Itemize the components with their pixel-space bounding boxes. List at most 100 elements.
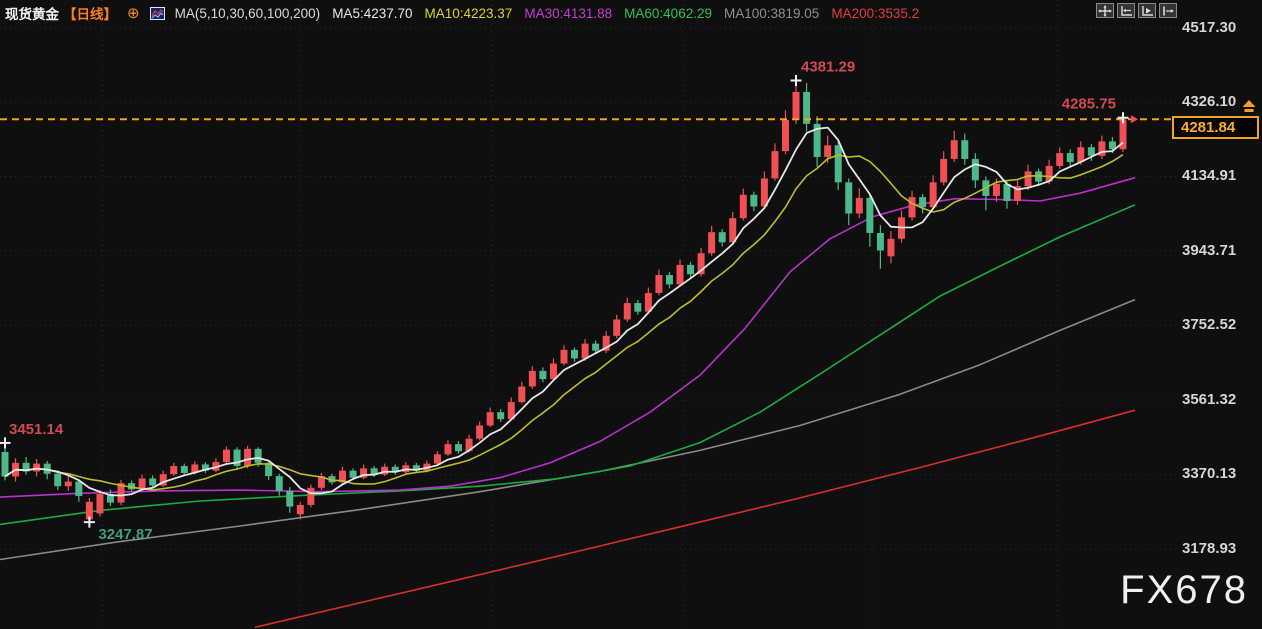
candle-body (571, 350, 578, 359)
ma-line-ma60 (0, 205, 1135, 525)
step-forward-icon (1161, 5, 1175, 17)
chart-toolbar (1096, 3, 1177, 18)
candle-body (919, 197, 926, 207)
candle-body (782, 120, 789, 151)
price-annotation: 3451.14 (9, 421, 64, 438)
candle-body (887, 239, 894, 257)
candle-body (1056, 153, 1063, 166)
y-axis-label: 3752.52 (1182, 316, 1236, 333)
candle-body (909, 197, 916, 217)
candle-body (286, 491, 293, 507)
candle-body (856, 198, 863, 214)
y-axis-label: 3943.71 (1182, 242, 1236, 259)
candle-body (1067, 153, 1074, 162)
candle-body (65, 482, 72, 487)
candle-body (381, 467, 388, 475)
candle-body (455, 444, 462, 451)
axis-zoom-out-button[interactable] (1117, 3, 1135, 18)
candle-body (560, 350, 567, 364)
latest-price-marker (1131, 115, 1138, 123)
candle-body (497, 412, 504, 419)
candle-body (350, 471, 357, 478)
price-up-arrow-icon (1241, 100, 1257, 119)
legend-ma100: MA100:3819.05 (724, 6, 819, 21)
pan-icon (1098, 5, 1112, 17)
chart-window: 4381.294285.753451.143247.87 现货黄金 【日线】 ⊕… (0, 0, 1262, 629)
candle-body (149, 478, 156, 485)
candle-body (940, 159, 947, 182)
candle-body (444, 444, 451, 454)
y-axis-label: 4134.91 (1182, 167, 1236, 184)
ma-line-ma10 (5, 155, 1123, 490)
candle-body (993, 184, 1000, 196)
y-axis-label: 3561.32 (1182, 391, 1236, 408)
candle-body (223, 450, 230, 462)
candle-body (255, 449, 262, 463)
legend-ma60: MA60:4062.29 (624, 6, 712, 21)
axis-zoom-in-button[interactable] (1138, 3, 1156, 18)
last-price-label: 4281.84 (1172, 116, 1259, 139)
axis-zoom-in-icon (1140, 5, 1154, 17)
candle-body (740, 195, 747, 218)
candle-body (972, 159, 979, 180)
chart-type-icon[interactable] (150, 7, 165, 20)
candle-body (33, 464, 40, 472)
ma-line-ma5 (5, 128, 1123, 496)
candle-body (866, 198, 873, 233)
y-axis-label: 4326.10 (1182, 93, 1236, 110)
candle-body (613, 319, 620, 335)
candle-body (276, 476, 283, 491)
price-annotation: 4285.75 (1062, 96, 1116, 113)
legend-ma5: MA5:4237.70 (332, 6, 412, 21)
candle-body (951, 140, 958, 159)
instrument-name: 现货黄金 (5, 3, 59, 23)
y-axis-label: 3178.93 (1182, 540, 1236, 557)
candle-body (634, 303, 641, 312)
candle-body (1088, 147, 1095, 156)
candle-body (835, 145, 842, 182)
ma-legend: MA(5,10,30,60,100,200) MA5:4237.70MA10:4… (175, 6, 920, 21)
timeframe-label: 【日线】 (63, 3, 117, 23)
candle-body (434, 454, 441, 463)
y-axis-label: 3370.13 (1182, 465, 1236, 482)
candle-body (518, 386, 525, 402)
candle-body (487, 412, 494, 425)
step-forward-button[interactable] (1159, 3, 1177, 18)
candle-body (750, 195, 757, 207)
candle-body (2, 452, 9, 477)
candle-body (476, 425, 483, 438)
candle-body (824, 145, 831, 157)
watermark: FX678 (1120, 568, 1248, 613)
candle-body (719, 232, 726, 242)
candle-body (170, 466, 177, 474)
candle-body (582, 344, 589, 359)
candle-body (687, 265, 694, 274)
candle-body (877, 233, 884, 251)
candlestick-chart[interactable]: 4381.294285.753451.143247.87 (0, 0, 1262, 629)
candle-body (961, 140, 968, 159)
candle-body (708, 232, 715, 253)
candle-body (297, 505, 304, 514)
candle-body (75, 482, 82, 496)
candle-body (624, 303, 631, 319)
candle-body (539, 371, 546, 379)
ma-line-ma100 (0, 300, 1135, 560)
candle-body (54, 474, 61, 486)
ma-legend-values: MA5:4237.70MA10:4223.37MA30:4131.88MA60:… (332, 6, 919, 21)
candle-body (307, 488, 314, 505)
candle-body (677, 265, 684, 284)
ma-line-ma30 (0, 178, 1135, 497)
legend-ma30: MA30:4131.88 (524, 6, 612, 21)
axis-zoom-out-icon (1119, 5, 1133, 17)
candle-body (1025, 171, 1032, 186)
last-price-value: 4281.84 (1181, 119, 1235, 136)
chart-header: 现货黄金 【日线】 ⊕ MA(5,10,30,60,100,200) MA5:4… (5, 3, 919, 23)
add-indicator-icon[interactable]: ⊕ (127, 6, 140, 21)
candle-body (181, 466, 188, 473)
candle-body (655, 275, 662, 293)
candle-body (845, 182, 852, 213)
y-axis-label: 4517.30 (1182, 19, 1236, 36)
legend-ma200: MA200:3535.2 (831, 6, 919, 21)
pan-tool-button[interactable] (1096, 3, 1114, 18)
price-annotation: 4381.29 (801, 58, 855, 75)
